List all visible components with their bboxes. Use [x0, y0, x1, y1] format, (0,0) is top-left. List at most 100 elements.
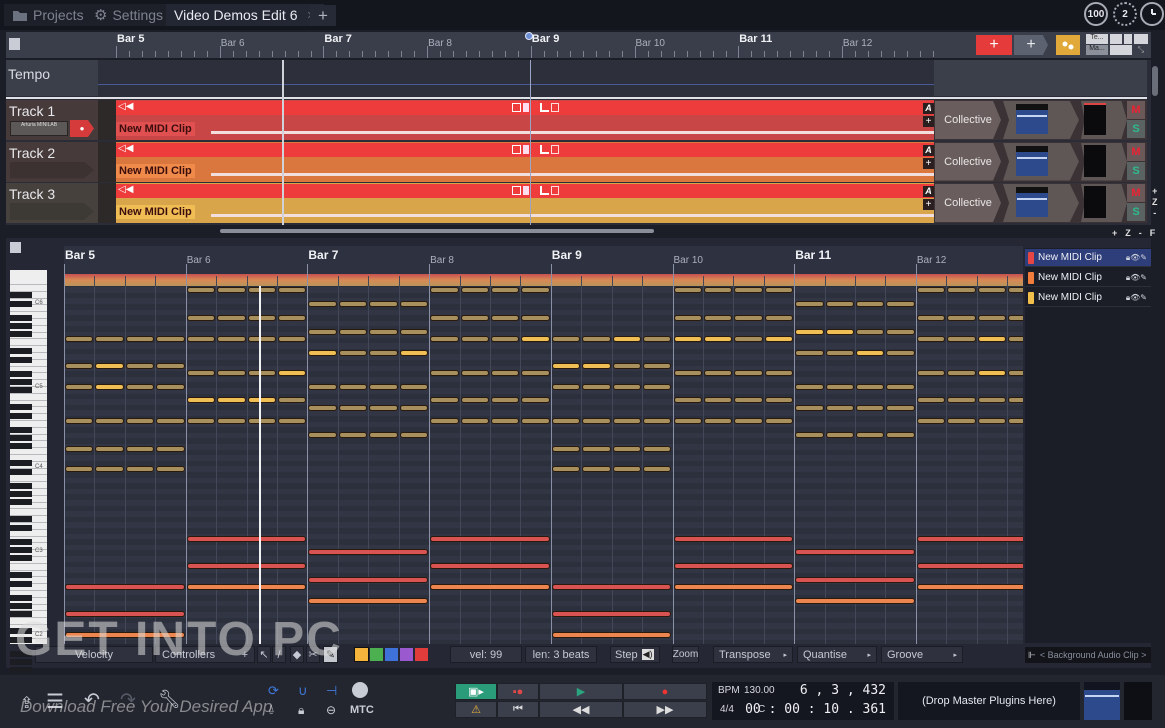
- midi-note[interactable]: [795, 598, 915, 604]
- midi-note[interactable]: [338, 301, 368, 307]
- midi-note[interactable]: [95, 418, 124, 424]
- midi-note[interactable]: [795, 384, 824, 390]
- expand-icon[interactable]: ⤡: [1134, 45, 1148, 55]
- panel-toggle-icon[interactable]: [9, 38, 20, 50]
- midi-note[interactable]: [490, 418, 520, 424]
- midi-note[interactable]: [734, 315, 763, 321]
- midi-clip[interactable]: ◁◀ New MIDI Clip: [116, 183, 934, 223]
- midi-note[interactable]: [430, 536, 550, 542]
- midi-note[interactable]: [673, 287, 702, 293]
- black-key[interactable]: [10, 314, 32, 321]
- midi-note[interactable]: [125, 384, 155, 390]
- midi-note[interactable]: [703, 370, 733, 376]
- black-key[interactable]: [10, 357, 32, 364]
- midi-note[interactable]: [886, 301, 915, 307]
- midi-note[interactable]: [369, 432, 398, 438]
- black-key[interactable]: [10, 554, 32, 561]
- midi-note[interactable]: [308, 549, 429, 555]
- midi-note[interactable]: [856, 384, 885, 390]
- position-time[interactable]: 00 : 00 : 10 . 361: [745, 702, 886, 717]
- black-key[interactable]: [10, 370, 32, 377]
- midi-note[interactable]: [460, 418, 489, 424]
- midi-note[interactable]: [369, 329, 398, 335]
- midi-note[interactable]: [673, 370, 702, 376]
- midi-note[interactable]: [247, 370, 276, 376]
- midi-note[interactable]: [612, 418, 642, 424]
- midi-note[interactable]: [490, 287, 520, 293]
- midi-note[interactable]: [551, 446, 581, 452]
- warning-icon[interactable]: ⚠: [455, 701, 497, 718]
- midi-note[interactable]: [916, 563, 1023, 569]
- clip-edit-icon[interactable]: [540, 103, 549, 112]
- midi-note[interactable]: [582, 446, 611, 452]
- step-button[interactable]: Step ◀): [610, 646, 660, 663]
- midi-note[interactable]: [186, 563, 307, 569]
- midi-note[interactable]: [247, 336, 276, 342]
- midi-note[interactable]: [916, 397, 946, 403]
- eraser-tool-icon[interactable]: ◆: [290, 646, 304, 663]
- mute-button[interactable]: M: [1127, 142, 1145, 161]
- auto-play-button[interactable]: ▣▸: [455, 683, 497, 700]
- clip-range-strip[interactable]: [64, 274, 1023, 286]
- midi-note[interactable]: [521, 397, 550, 403]
- midi-note[interactable]: [186, 418, 216, 424]
- midi-note[interactable]: [277, 287, 307, 293]
- clip-copy-icon[interactable]: [551, 103, 559, 112]
- solo-button[interactable]: S: [1127, 120, 1145, 138]
- midi-note[interactable]: [977, 315, 1007, 321]
- black-key[interactable]: [10, 348, 32, 355]
- clip-stop-icon[interactable]: [512, 144, 521, 154]
- midi-note[interactable]: [673, 397, 702, 403]
- midi-note[interactable]: [886, 384, 915, 390]
- midi-note[interactable]: [490, 336, 520, 342]
- speaker-icon[interactable]: ◀): [641, 649, 654, 660]
- midi-note[interactable]: [399, 329, 429, 335]
- midi-port-icon[interactable]: [352, 682, 368, 698]
- midi-note[interactable]: [947, 315, 976, 321]
- position-bars[interactable]: 6 , 3 , 432: [800, 683, 886, 698]
- midi-note[interactable]: [947, 336, 976, 342]
- midi-note[interactable]: [886, 350, 915, 356]
- tab-settings[interactable]: ⚙ Settings: [86, 4, 172, 26]
- clip-copy-icon[interactable]: [551, 144, 559, 154]
- midi-note[interactable]: [521, 418, 550, 424]
- midi-note[interactable]: [65, 384, 94, 390]
- midi-note[interactable]: [764, 287, 794, 293]
- midi-note[interactable]: [734, 287, 763, 293]
- midi-note[interactable]: [977, 418, 1007, 424]
- midi-note[interactable]: [95, 384, 124, 390]
- midi-note[interactable]: [186, 287, 216, 293]
- midi-note[interactable]: [703, 315, 733, 321]
- midi-note[interactable]: [156, 384, 185, 390]
- midi-note[interactable]: [643, 446, 672, 452]
- tempo-track[interactable]: Tempo: [6, 60, 1147, 96]
- midi-note[interactable]: [399, 350, 429, 356]
- vertical-scrollbar[interactable]: [1152, 66, 1158, 96]
- midi-note[interactable]: [673, 336, 702, 342]
- midi-note[interactable]: [217, 287, 246, 293]
- midi-note[interactable]: [673, 315, 702, 321]
- midi-note[interactable]: [95, 446, 124, 452]
- note-color-swatch[interactable]: [370, 648, 383, 661]
- menu-icon[interactable]: ☰: [46, 689, 64, 714]
- midi-note[interactable]: [277, 370, 307, 376]
- black-key[interactable]: [10, 637, 32, 644]
- midi-note[interactable]: [65, 446, 94, 452]
- mini-button-ma[interactable]: Ma...: [1086, 45, 1108, 55]
- midi-note[interactable]: [308, 329, 337, 335]
- black-key[interactable]: [10, 602, 32, 609]
- plugin-collective[interactable]: Collective: [935, 101, 1001, 139]
- rewind-button[interactable]: ◀◀: [539, 701, 623, 718]
- midi-note[interactable]: [551, 418, 581, 424]
- black-key[interactable]: [10, 498, 32, 505]
- automation-button[interactable]: A: [923, 144, 934, 156]
- midi-note[interactable]: [430, 315, 459, 321]
- black-key[interactable]: [10, 594, 32, 601]
- black-key[interactable]: [10, 516, 32, 523]
- transpose-menu[interactable]: Transpose ▸: [713, 646, 793, 663]
- volume-plugin[interactable]: [1016, 145, 1048, 176]
- automation-button[interactable]: A: [923, 186, 934, 197]
- midi-note[interactable]: [186, 397, 216, 403]
- midi-note[interactable]: [977, 336, 1007, 342]
- black-key[interactable]: [10, 546, 32, 553]
